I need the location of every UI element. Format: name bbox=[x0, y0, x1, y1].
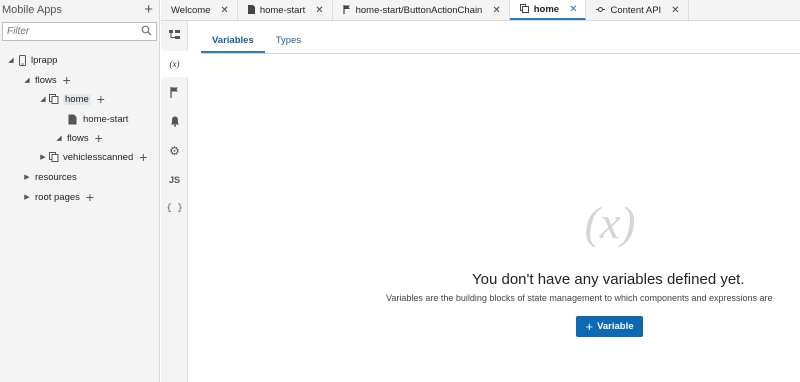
api-icon bbox=[596, 5, 606, 16]
expanded-arrow-icon[interactable]: ◢ bbox=[6, 56, 16, 64]
collapsed-arrow-icon[interactable]: ▶ bbox=[22, 193, 32, 201]
bell-icon bbox=[170, 116, 180, 129]
tree-item-vehiclesscanned[interactable]: ▶ vehiclesscanned + bbox=[38, 148, 147, 166]
tree-item-root-pages[interactable]: ▶ root pages + bbox=[22, 188, 94, 206]
filter-field[interactable] bbox=[2, 22, 157, 41]
close-icon[interactable]: ✕ bbox=[671, 5, 679, 16]
tree-item-label: root pages bbox=[35, 191, 80, 203]
variables-icon: (x) bbox=[169, 59, 180, 69]
expanded-arrow-icon[interactable]: ◢ bbox=[38, 95, 48, 103]
hierarchy-icon bbox=[169, 29, 180, 43]
empty-state-description: Variables are the building blocks of sta… bbox=[386, 293, 773, 303]
tree-item-label: lprapp bbox=[31, 54, 58, 66]
editor-tab-strip: Welcome ✕ home-start ✕ home-start/Button… bbox=[161, 0, 800, 21]
gear-icon: ⚙ bbox=[169, 144, 180, 158]
page-icon bbox=[247, 4, 255, 16]
empty-state-title: You don't have any variables defined yet… bbox=[472, 271, 745, 288]
navigator-panel: Mobile Apps + ◢ lprapp ◢ flows + ◢ home … bbox=[0, 0, 160, 382]
variables-view-button[interactable]: (x) bbox=[161, 51, 188, 77]
tree-item-resources[interactable]: ▶ resources bbox=[22, 168, 77, 186]
editor-side-toolbar: (x) ⚙ JS { } bbox=[161, 21, 188, 382]
tab-welcome[interactable]: Welcome ✕ bbox=[161, 0, 238, 20]
tree-item-label: home bbox=[63, 93, 91, 105]
tree-item-flows[interactable]: ◢ flows + bbox=[22, 71, 71, 89]
structure-view-button[interactable] bbox=[161, 23, 188, 49]
close-icon[interactable]: ✕ bbox=[569, 4, 577, 15]
javascript-view-button[interactable]: JS bbox=[161, 167, 188, 193]
add-variable-label: Variable bbox=[597, 321, 634, 332]
variable-placeholder-text: (x) bbox=[584, 197, 635, 247]
tab-button-action-chain[interactable]: home-start/ButtonActionChain ✕ bbox=[333, 0, 510, 20]
collapsed-arrow-icon[interactable]: ▶ bbox=[38, 153, 48, 161]
tab-label: home-start bbox=[259, 4, 306, 16]
search-icon[interactable] bbox=[141, 25, 152, 39]
subtab-types[interactable]: Types bbox=[265, 30, 312, 53]
tab-home-start[interactable]: home-start ✕ bbox=[238, 0, 333, 20]
navigator-title: Mobile Apps bbox=[2, 3, 62, 16]
settings-view-button[interactable]: ⚙ bbox=[161, 138, 188, 164]
close-icon[interactable]: ✕ bbox=[220, 5, 228, 16]
variable-placeholder-icon: (x) bbox=[584, 197, 635, 247]
flag-icon bbox=[170, 86, 179, 100]
tree-item-label: home-start bbox=[83, 113, 129, 125]
event-listeners-view-button[interactable] bbox=[161, 109, 188, 135]
add-app-button[interactable]: + bbox=[144, 2, 153, 17]
tab-label: Content API bbox=[610, 4, 662, 16]
tree-item-label: resources bbox=[35, 171, 77, 183]
navigator-header: Mobile Apps + bbox=[0, 0, 159, 19]
flow-icon bbox=[519, 3, 529, 15]
tree-item-home[interactable]: ◢ home + bbox=[38, 90, 105, 108]
add-to-home-button[interactable]: + bbox=[97, 92, 105, 106]
filter-input[interactable] bbox=[7, 26, 141, 37]
add-root-page-button[interactable]: + bbox=[86, 190, 94, 204]
flow-icon bbox=[48, 151, 60, 163]
collapsed-arrow-icon[interactable]: ▶ bbox=[22, 173, 32, 181]
tab-home[interactable]: home ✕ bbox=[509, 0, 587, 20]
tree-item-nested-flows[interactable]: ◢ flows + bbox=[54, 129, 103, 147]
variables-subtabs: Variables Types bbox=[201, 30, 800, 54]
add-flow-button[interactable]: + bbox=[63, 73, 71, 87]
plus-icon: + bbox=[585, 319, 594, 334]
tab-label: Welcome bbox=[171, 4, 211, 16]
json-view-button[interactable]: { } bbox=[161, 195, 188, 221]
close-icon[interactable]: ✕ bbox=[315, 5, 323, 16]
js-icon: JS bbox=[168, 175, 180, 185]
add-to-vehiclesscanned-button[interactable]: + bbox=[139, 150, 147, 164]
tree-item-app[interactable]: ◢ lprapp bbox=[6, 51, 57, 69]
page-icon bbox=[66, 113, 78, 125]
add-variable-button[interactable]: + Variable bbox=[576, 316, 643, 337]
tree-item-label: flows bbox=[67, 132, 89, 144]
braces-icon: { } bbox=[166, 203, 183, 213]
tab-label: home-start/ButtonActionChain bbox=[355, 4, 483, 16]
tab-label: home bbox=[533, 3, 560, 15]
mobile-device-icon bbox=[16, 54, 28, 66]
tab-content-api[interactable]: Content API ✕ bbox=[586, 0, 689, 20]
tree-item-label: flows bbox=[35, 74, 57, 86]
expanded-arrow-icon[interactable]: ◢ bbox=[54, 134, 64, 142]
events-view-button[interactable] bbox=[161, 80, 188, 106]
expanded-arrow-icon[interactable]: ◢ bbox=[22, 76, 32, 84]
close-icon[interactable]: ✕ bbox=[492, 5, 500, 16]
tree-item-home-start[interactable]: home-start bbox=[66, 110, 128, 128]
subtab-variables[interactable]: Variables bbox=[201, 30, 265, 53]
flow-icon bbox=[48, 93, 60, 105]
tree-item-label: vehiclesscanned bbox=[63, 151, 134, 163]
add-nested-flow-button[interactable]: + bbox=[95, 131, 103, 145]
action-chain-icon bbox=[343, 4, 351, 16]
